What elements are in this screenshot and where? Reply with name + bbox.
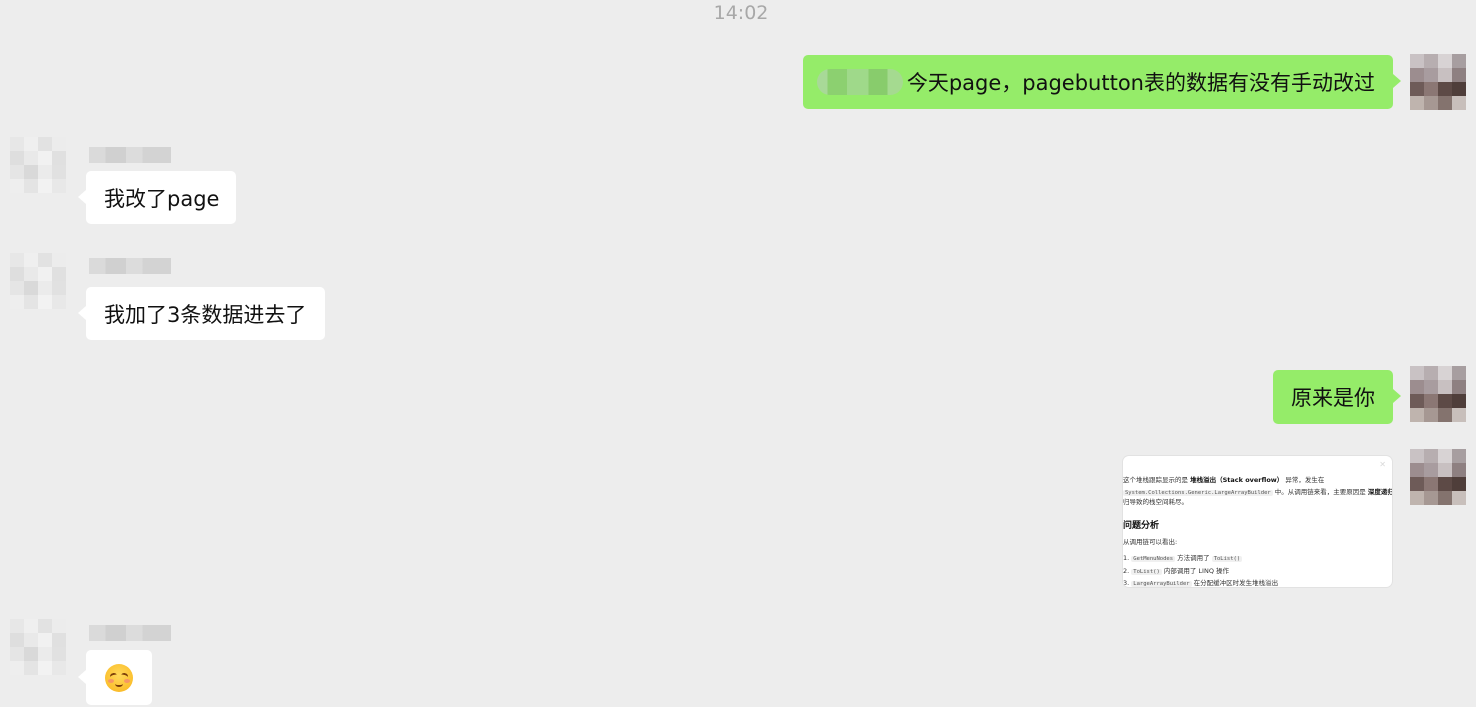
self-avatar[interactable] [1410, 449, 1466, 505]
contact-name-blurred [89, 147, 171, 163]
image-list-item: 1. GetMenuNodes 方法调用了 ToList() [1123, 554, 1243, 562]
message-bubble-contact[interactable] [86, 650, 152, 705]
image-text-line-3: 归导致的栈空间耗尽。 [1123, 498, 1188, 506]
contact-avatar[interactable] [10, 619, 66, 675]
contact-bubble-tail [78, 670, 86, 684]
message-bubble-contact[interactable]: 我改了page [86, 171, 236, 224]
contact-name-blurred [89, 258, 171, 274]
self-bubble-tail [1393, 74, 1401, 88]
self-avatar[interactable] [1410, 54, 1466, 110]
image-list-item: 3. LargeArrayBuilder 在分配缓冲区时发生堆栈溢出 [1123, 579, 1279, 587]
image-corner-mark: ✕ [1379, 460, 1386, 469]
image-heading: 问题分析 [1123, 521, 1160, 531]
blushing-face-emoji-icon [105, 663, 133, 692]
message-text: 我改了page [104, 186, 220, 211]
contact-bubble-tail [78, 306, 86, 320]
image-text-line-2: System.Collections.Generic.LargeArrayBui… [1123, 488, 1392, 496]
chat-timestamp: 14:02 [713, 2, 769, 24]
message-text: 原来是你 [1291, 386, 1375, 410]
self-avatar[interactable] [1410, 366, 1466, 422]
contact-bubble-tail [78, 190, 86, 204]
message-bubble-self[interactable]: 原来是你 [1273, 370, 1393, 424]
image-message[interactable]: ✕ 这个堆栈跟踪显示的是 堆栈溢出（Stack overflow） 异常，发生在… [1123, 456, 1392, 587]
message-bubble-contact[interactable]: 我加了3条数据进去了 [86, 287, 325, 340]
contact-avatar[interactable] [10, 137, 66, 193]
contact-name-blurred [89, 625, 171, 641]
self-bubble-tail [1393, 389, 1401, 403]
contact-avatar[interactable] [10, 253, 66, 309]
message-text: 我加了3条数据进去了 [104, 302, 307, 327]
message-text: 今天page，pagebutton表的数据有没有手动改过 [906, 71, 1375, 95]
mention-blurred [817, 69, 903, 95]
message-bubble-self[interactable]: 今天page，pagebutton表的数据有没有手动改过 [803, 55, 1393, 109]
image-intro: 从调用链可以看出: [1123, 538, 1178, 546]
image-text-line-1: 这个堆栈跟踪显示的是 堆栈溢出（Stack overflow） 异常，发生在 [1123, 476, 1325, 484]
image-list-item: 2. ToList() 内部调用了 LINQ 操作 [1123, 567, 1230, 575]
